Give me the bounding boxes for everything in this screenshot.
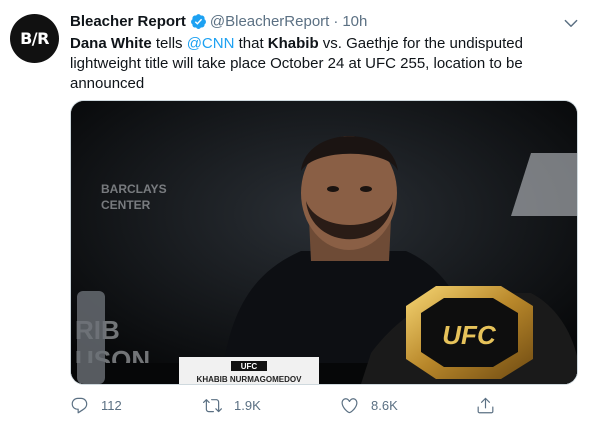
nameplate-name: KHABIB NURMAGOMEDOV	[197, 375, 303, 384]
heart-icon	[341, 398, 358, 414]
author-handle[interactable]: @BleacherReport	[210, 13, 329, 30]
nameplate-logo: UFC	[241, 362, 258, 371]
tweet-text: Dana White tells @CNN that Khabib vs. Ga…	[70, 34, 575, 94]
tweet-card[interactable]: B/R Bleacher Report @BleacherReport · 10…	[0, 0, 594, 426]
chevron-down-icon[interactable]	[562, 14, 580, 32]
reply-icon	[71, 397, 88, 414]
text-segment: that	[234, 35, 268, 52]
share-icon	[477, 397, 494, 414]
text-segment: tells	[151, 35, 187, 52]
belt-text: UFC	[442, 320, 497, 350]
retweet-button[interactable]: 1.9K	[203, 396, 261, 415]
text-bold-khabib: Khabib	[267, 35, 319, 52]
tweet-timestamp[interactable]: 10h	[342, 13, 367, 30]
avatar-logo-text: B/R	[20, 29, 49, 48]
avatar[interactable]: B/R	[10, 14, 59, 63]
retweet-icon	[203, 399, 222, 413]
tweet-header: Bleacher Report @BleacherReport · 10h	[70, 11, 367, 31]
author-name[interactable]: Bleacher Report	[70, 13, 186, 30]
like-count: 8.6K	[371, 398, 398, 413]
reply-button[interactable]: 112	[70, 396, 122, 415]
verified-badge-icon	[190, 13, 206, 29]
backdrop-text-center: CENTER	[101, 198, 151, 212]
like-button[interactable]: 8.6K	[340, 396, 398, 415]
separator-dot: ·	[333, 12, 339, 30]
reply-count: 112	[101, 398, 122, 413]
mention-link[interactable]: @CNN	[187, 35, 235, 52]
backdrop-text-barclays: BARCLAYS	[101, 182, 167, 196]
share-button[interactable]	[476, 396, 507, 415]
tweet-actions: 112 1.9K 8.6K	[70, 396, 500, 418]
text-bold-dana-white: Dana White	[70, 35, 152, 52]
tweet-media-photo[interactable]: BARCLAYS CENTER RIB USON UFC KHABIB NU	[70, 100, 578, 385]
retweet-count: 1.9K	[234, 398, 261, 413]
photo-illustration: BARCLAYS CENTER RIB USON UFC KHABIB NU	[71, 101, 577, 384]
